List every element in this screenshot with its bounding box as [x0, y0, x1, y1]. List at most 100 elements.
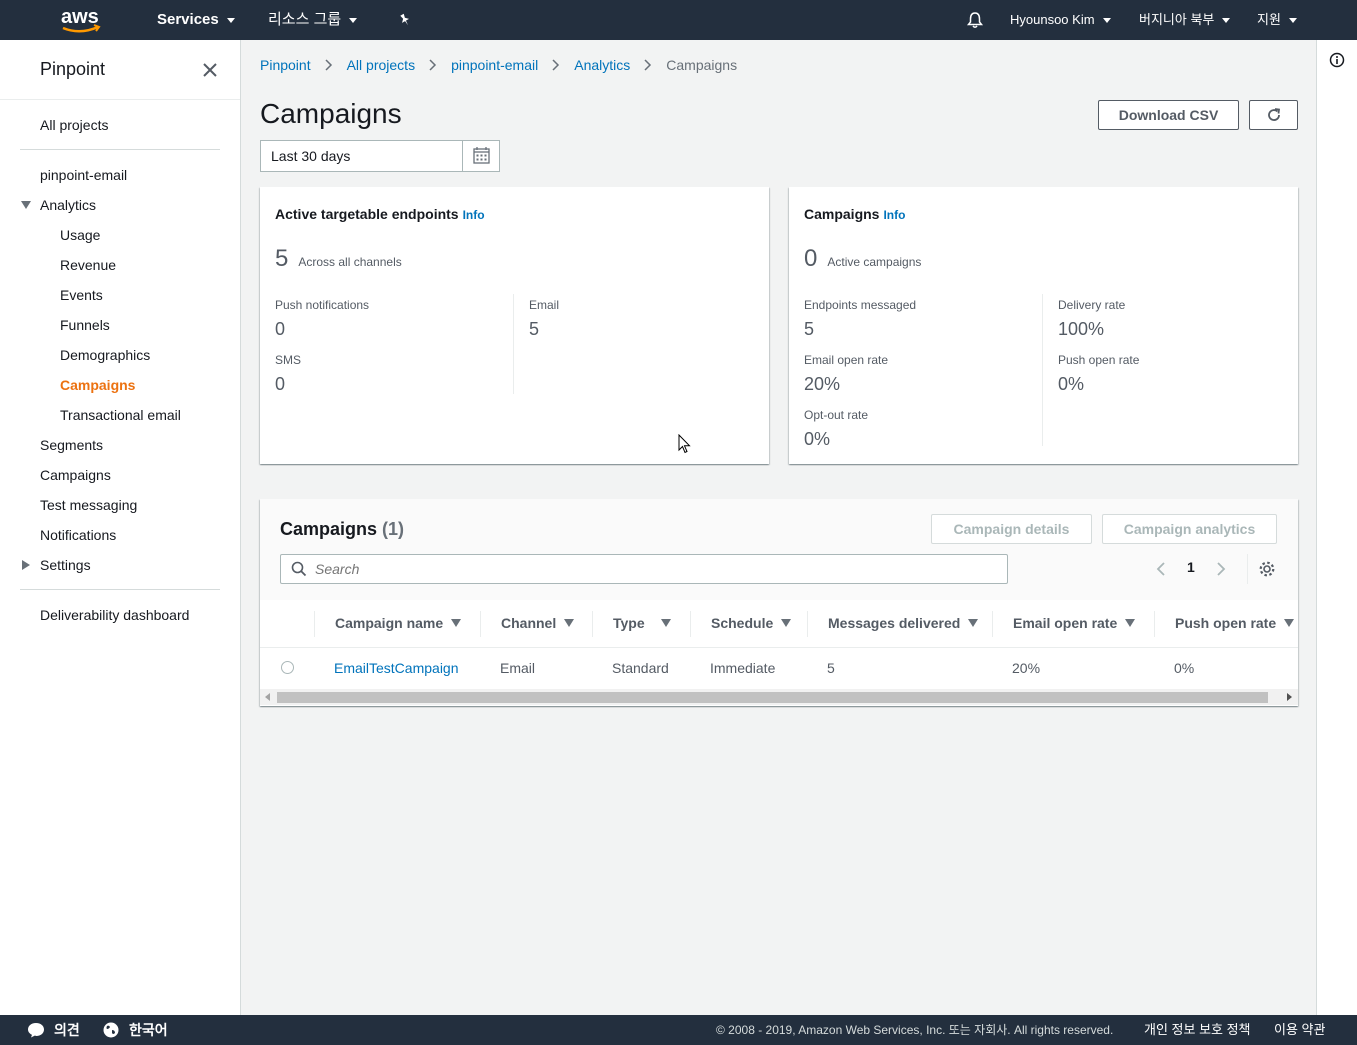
- column-label: Campaign name: [335, 615, 444, 631]
- push-label: Push notifications: [275, 298, 370, 312]
- terms-link[interactable]: 이용 약관: [1274, 1015, 1325, 1045]
- user-menu[interactable]: Hyounsoo Kim: [1010, 0, 1111, 40]
- speech-bubble-icon: [28, 1023, 44, 1038]
- region-name: 버지니아 북부: [1139, 12, 1215, 27]
- column-messages-delivered[interactable]: Messages delivered: [828, 615, 979, 631]
- chevron-right-icon: [644, 59, 652, 71]
- endpoints-title-text: Active targetable endpoints: [275, 206, 459, 222]
- campaigns-title-text: Campaigns: [804, 206, 880, 222]
- sidebar-item-analytics[interactable]: Analytics: [40, 195, 96, 215]
- refresh-button[interactable]: [1249, 100, 1298, 130]
- column-campaign-name[interactable]: Campaign name: [335, 615, 462, 631]
- svg-text:aws: aws: [61, 6, 99, 28]
- caret-down-icon[interactable]: [21, 201, 31, 209]
- sidebar-item-campaigns[interactable]: Campaigns: [40, 465, 111, 485]
- region-menu[interactable]: 버지니아 북부: [1139, 0, 1231, 40]
- sort-icon: [781, 619, 792, 627]
- resource-groups-menu[interactable]: 리소스 그룹: [268, 0, 358, 40]
- divider: [1247, 554, 1248, 584]
- column-push-open-rate[interactable]: Push open rate: [1175, 615, 1295, 631]
- push-open-rate-label: Push open rate: [1058, 353, 1140, 367]
- support-menu[interactable]: 지원: [1257, 0, 1297, 40]
- breadcrumb-analytics[interactable]: Analytics: [574, 57, 630, 73]
- privacy-link[interactable]: 개인 정보 보호 정책: [1144, 1015, 1251, 1045]
- campaigns-table-card: Campaigns (1) Campaign details Campaign …: [260, 499, 1298, 706]
- breadcrumb-all-projects[interactable]: All projects: [347, 57, 415, 73]
- column-schedule[interactable]: Schedule: [711, 615, 792, 631]
- resource-groups-label: 리소스 그룹: [268, 11, 342, 28]
- language-selector[interactable]: 한국어: [103, 1015, 168, 1045]
- delivery-rate-label: Delivery rate: [1058, 298, 1126, 312]
- aws-logo[interactable]: aws: [60, 4, 104, 36]
- cell-channel: Email: [500, 660, 536, 676]
- sidebar-item-transactional-email[interactable]: Transactional email: [60, 405, 181, 425]
- cell-schedule: Immediate: [710, 660, 776, 676]
- chevron-right-icon: [325, 59, 332, 71]
- campaigns-summary-card: Campaigns Info 0 Active campaigns Endpoint…: [789, 187, 1298, 464]
- column-email-open-rate[interactable]: Email open rate: [1013, 615, 1136, 631]
- scrollbar-thumb[interactable]: [277, 692, 1268, 703]
- services-menu[interactable]: Services: [157, 0, 235, 40]
- horizontal-scrollbar[interactable]: [260, 689, 1298, 705]
- sidebar-item-campaigns-analytics[interactable]: Campaigns: [60, 375, 135, 395]
- sort-icon: [968, 619, 979, 627]
- close-icon[interactable]: [201, 61, 219, 79]
- table-title: Campaigns (1): [280, 519, 404, 540]
- chevron-down-icon: [349, 17, 358, 23]
- sidebar-item-deliverability[interactable]: Deliverability dashboard: [40, 605, 189, 625]
- delivery-rate-value: 100%: [1058, 319, 1105, 339]
- sidebar-item-events[interactable]: Events: [60, 285, 103, 305]
- campaign-analytics-button[interactable]: Campaign analytics: [1102, 514, 1277, 544]
- column-type[interactable]: Type: [613, 615, 671, 631]
- date-range-picker[interactable]: Last 30 days: [260, 140, 500, 172]
- sidebar-item-notifications[interactable]: Notifications: [40, 525, 116, 545]
- campaign-details-button[interactable]: Campaign details: [931, 514, 1092, 544]
- campaigns-card-title: Campaigns Info: [804, 206, 905, 222]
- sidebar-item-funnels[interactable]: Funnels: [60, 315, 110, 335]
- email-open-rate-value: 20%: [804, 374, 841, 394]
- info-link[interactable]: Info: [883, 208, 905, 222]
- sidebar-item-project[interactable]: pinpoint-email: [40, 165, 127, 185]
- column-separator: [992, 611, 993, 637]
- support-label: 지원: [1257, 12, 1281, 27]
- info-link[interactable]: Info: [463, 208, 485, 222]
- chevron-left-icon[interactable]: [1155, 561, 1167, 577]
- table-title-text: Campaigns: [280, 519, 378, 539]
- endpoints-total-value: 5: [275, 245, 289, 272]
- sidebar-item-usage[interactable]: Usage: [60, 225, 100, 245]
- row-select-radio[interactable]: [281, 661, 294, 674]
- campaign-name-link[interactable]: EmailTestCampaign: [334, 660, 459, 676]
- sidebar-item-all-projects[interactable]: All projects: [40, 115, 108, 135]
- endpoints-card-title: Active targetable endpoints Info: [275, 206, 485, 222]
- services-label: Services: [157, 11, 219, 28]
- column-channel[interactable]: Channel: [501, 615, 575, 631]
- chevron-right-icon[interactable]: [1215, 561, 1227, 577]
- sidebar-item-segments[interactable]: Segments: [40, 435, 103, 455]
- gear-icon[interactable]: [1258, 560, 1276, 578]
- breadcrumb-project[interactable]: pinpoint-email: [451, 57, 538, 73]
- sidebar-item-settings[interactable]: Settings: [40, 555, 91, 575]
- info-icon[interactable]: [1329, 52, 1345, 68]
- search-field[interactable]: [280, 554, 1008, 584]
- scroll-right-arrow-icon[interactable]: [1287, 693, 1293, 701]
- bell-icon[interactable]: [966, 0, 984, 40]
- chevron-down-icon: [1288, 17, 1297, 23]
- scroll-left-arrow-icon[interactable]: [265, 693, 271, 701]
- cell-push-open-rate: 0%: [1174, 660, 1195, 676]
- push-open-rate-value: 0%: [1058, 374, 1085, 394]
- sidebar-item-revenue[interactable]: Revenue: [60, 255, 116, 275]
- breadcrumb-pinpoint[interactable]: Pinpoint: [260, 57, 311, 73]
- column-separator: [480, 611, 481, 637]
- search-input[interactable]: [315, 561, 995, 577]
- sidebar-item-test-messaging[interactable]: Test messaging: [40, 495, 137, 515]
- footer: 의견 한국어 © 2008 - 2019, Amazon Web Service…: [0, 1015, 1357, 1045]
- pin-icon[interactable]: [398, 0, 412, 40]
- chevron-right-icon: [552, 59, 560, 71]
- divider: [1042, 294, 1043, 446]
- feedback-button[interactable]: 의견: [27, 1015, 80, 1045]
- download-csv-button[interactable]: Download CSV: [1098, 100, 1239, 130]
- caret-right-icon[interactable]: [22, 560, 30, 570]
- sidebar-item-demographics[interactable]: Demographics: [60, 345, 150, 365]
- page-number[interactable]: 1: [1187, 559, 1195, 575]
- calendar-icon[interactable]: [463, 141, 499, 171]
